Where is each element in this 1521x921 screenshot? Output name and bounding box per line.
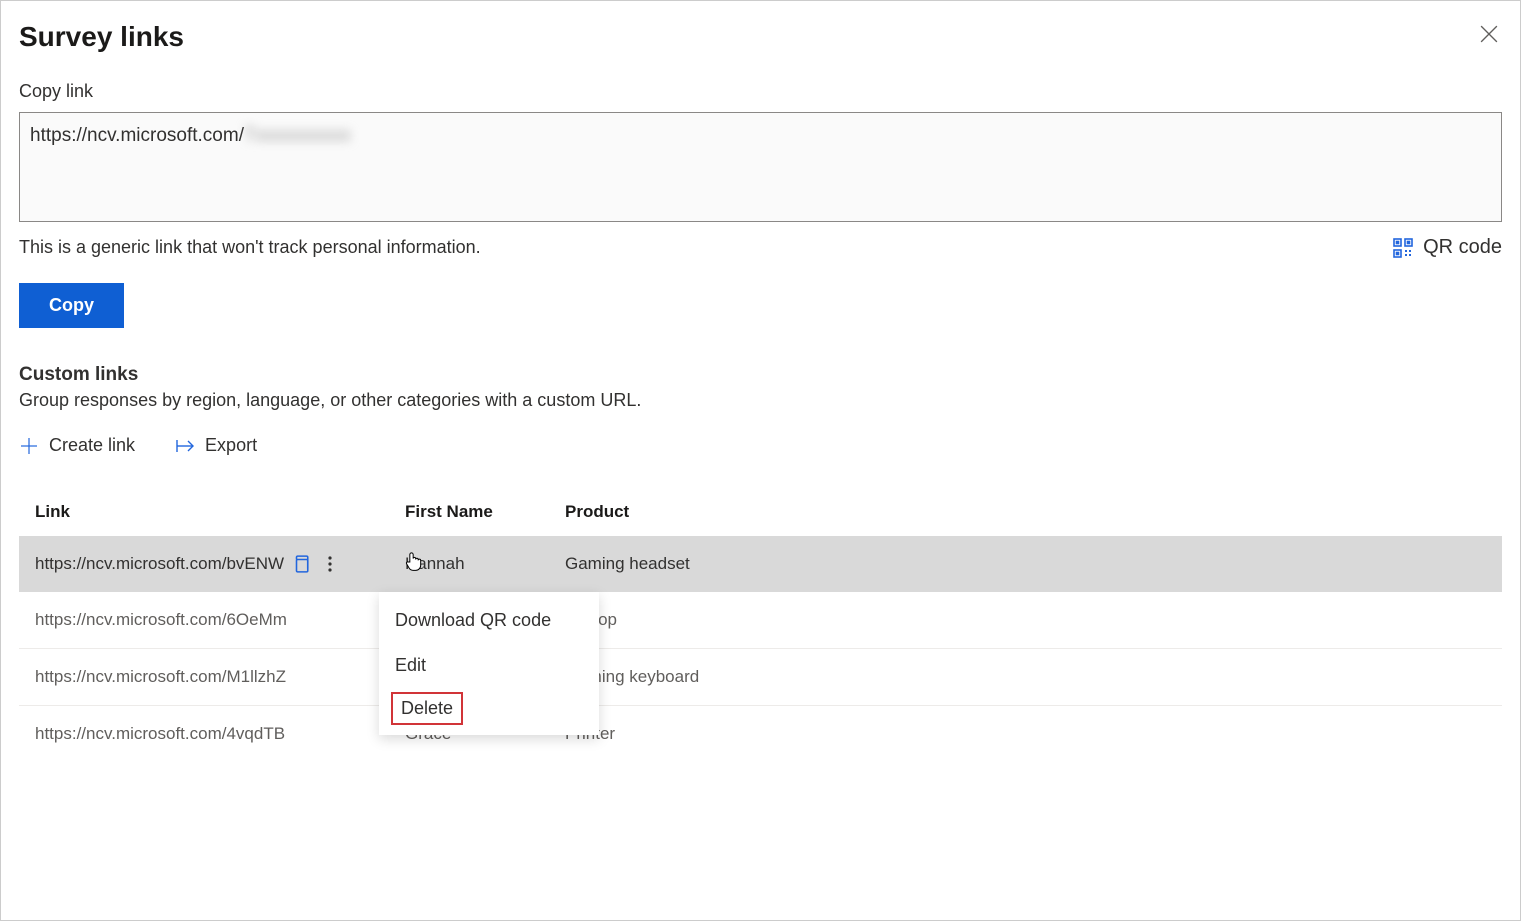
export-icon — [175, 436, 195, 456]
row-product: Laptop — [565, 610, 1486, 630]
menu-edit[interactable]: Edit — [379, 643, 599, 688]
row-link-text: https://ncv.microsoft.com/4vqdTB — [35, 724, 285, 744]
copy-link-url-prefix: https://ncv.microsoft.com/ — [30, 125, 244, 146]
copy-link-url-blurred: Txxxxxxxxxx — [244, 125, 351, 146]
copy-link-field[interactable]: https://ncv.microsoft.com/Txxxxxxxxxx — [19, 112, 1502, 222]
copy-row-link-button[interactable] — [292, 555, 310, 573]
qr-code-icon — [1393, 238, 1413, 258]
row-more-button[interactable] — [328, 555, 332, 573]
copy-link-info-row: This is a generic link that won't track … — [19, 236, 1502, 259]
custom-links-heading: Custom links — [19, 364, 1502, 386]
table-row[interactable]: https://ncv.microsoft.com/M1llzhZ Gaming… — [19, 649, 1502, 706]
custom-links-actions: Create link Export — [19, 435, 1502, 456]
row-context-menu: Download QR code Edit Delete — [379, 592, 599, 735]
row-product: Gaming keyboard — [565, 667, 1486, 687]
row-first-name: Hannah — [405, 554, 565, 574]
table-header-link: Link — [35, 502, 405, 522]
copy-button[interactable]: Copy — [19, 283, 124, 328]
close-button[interactable] — [1476, 21, 1502, 50]
table-header-product: Product — [565, 502, 1486, 522]
row-link-text: https://ncv.microsoft.com/6OeMm — [35, 610, 287, 630]
panel-title: Survey links — [19, 21, 184, 53]
qr-code-label: QR code — [1423, 236, 1502, 259]
table-row[interactable]: https://ncv.microsoft.com/4vqdTB Grace P… — [19, 706, 1502, 762]
plus-icon — [19, 436, 39, 456]
panel-header: Survey links — [19, 21, 1502, 81]
table-row[interactable]: https://ncv.microsoft.com/bvENW — [19, 536, 1502, 592]
row-link-text: https://ncv.microsoft.com/M1llzhZ — [35, 667, 286, 687]
row-product: Printer — [565, 724, 1486, 744]
custom-links-description: Group responses by region, language, or … — [19, 390, 1502, 411]
row-link-text: https://ncv.microsoft.com/bvENW — [35, 554, 284, 574]
export-button[interactable]: Export — [175, 435, 257, 456]
copy-link-label: Copy link — [19, 81, 1502, 102]
table-header-first-name: First Name — [405, 502, 565, 522]
custom-links-table: Link First Name Product https://ncv.micr… — [19, 488, 1502, 762]
more-vertical-icon — [328, 555, 332, 573]
copy-link-info-text: This is a generic link that won't track … — [19, 237, 481, 258]
create-link-button[interactable]: Create link — [19, 435, 135, 456]
table-header: Link First Name Product — [19, 488, 1502, 536]
table-row[interactable]: https://ncv.microsoft.com/6OeMm Laptop — [19, 592, 1502, 649]
row-product: Gaming headset — [565, 554, 1486, 574]
survey-links-panel: Survey links Copy link https://ncv.micro… — [0, 0, 1521, 921]
create-link-label: Create link — [49, 435, 135, 456]
close-icon — [1480, 25, 1498, 43]
copy-icon — [292, 555, 310, 573]
qr-code-button[interactable]: QR code — [1393, 236, 1502, 259]
export-label: Export — [205, 435, 257, 456]
menu-delete[interactable]: Delete — [391, 692, 463, 725]
menu-download-qr[interactable]: Download QR code — [379, 598, 599, 643]
